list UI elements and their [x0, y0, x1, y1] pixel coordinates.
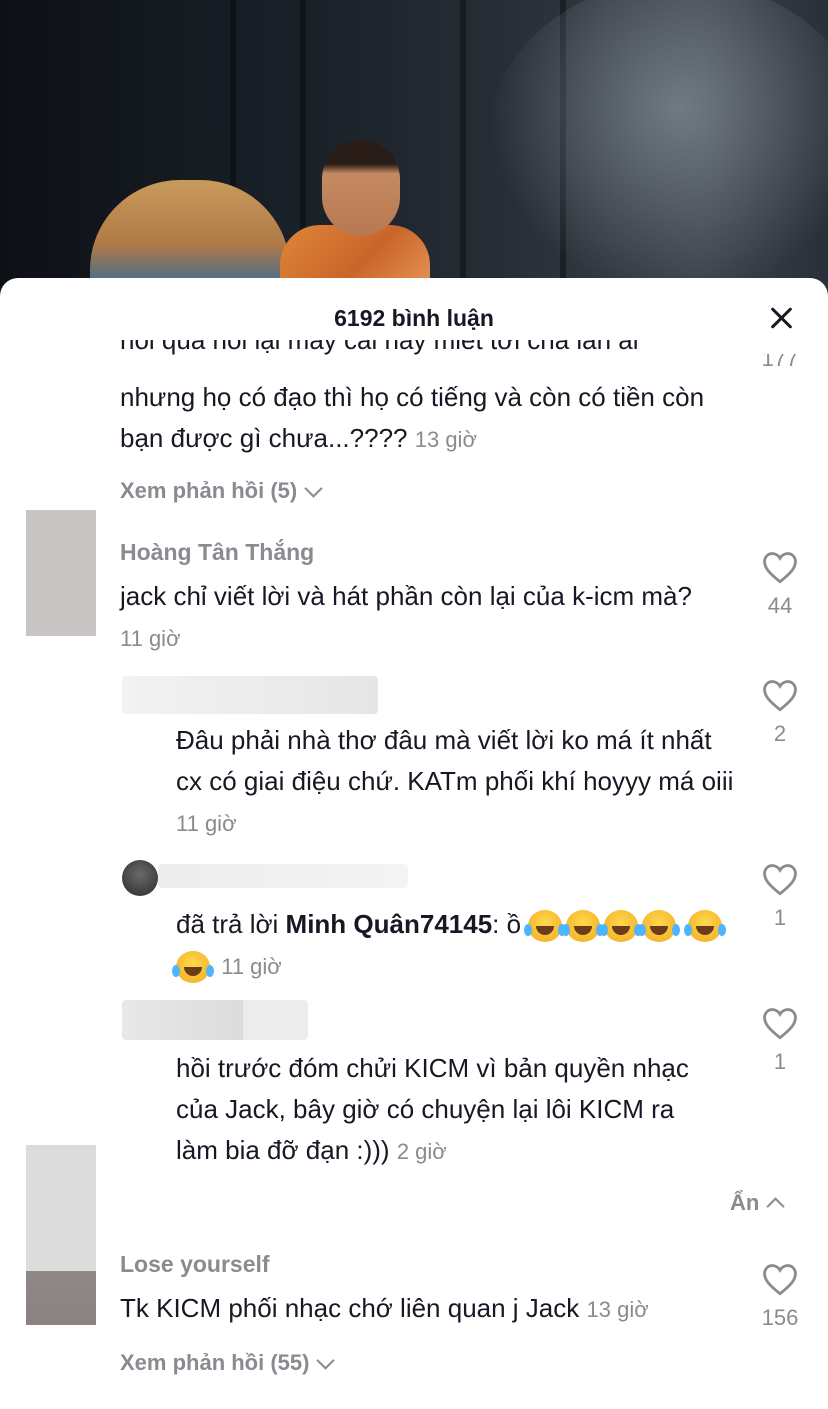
like-button[interactable]: 156: [750, 1262, 810, 1331]
view-replies-button[interactable]: Xem phản hồi (55): [120, 1350, 336, 1376]
face-with-tears-of-joy-icon: [562, 910, 601, 943]
comment-time: 11 giờ: [120, 626, 181, 651]
comment-text-cut: nói qua nói lại mấy cái này miết tới chả…: [120, 340, 639, 355]
like-count: 1: [773, 1049, 787, 1074]
comment-time: 13 giờ: [414, 427, 477, 452]
face-with-tears-of-joy-icon: [683, 910, 722, 943]
avatar[interactable]: [26, 1145, 96, 1325]
face-with-tears-of-joy-icon: [172, 951, 210, 984]
heart-outline-icon: [763, 680, 797, 712]
heart-outline-icon: [763, 864, 797, 896]
video-background: [0, 0, 828, 300]
like-count: 156: [761, 1305, 799, 1330]
chevron-up-icon: [766, 1196, 786, 1216]
heart-outline-icon: [763, 1008, 797, 1040]
comments-sheet: 6192 bình luận nói qua nói lại mấy cái n…: [0, 278, 828, 1409]
reply-text: Đâu phải nhà thơ đâu mà viết lời ko má í…: [176, 725, 734, 836]
chevron-down-icon: [316, 1350, 336, 1370]
like-count: 2: [773, 721, 787, 746]
comment-text: jack chỉ viết lời và hát phần còn lại củ…: [120, 581, 692, 651]
comment-username[interactable]: Hoàng Tân Thắng: [120, 539, 314, 566]
face-with-tears-of-joy-icon: [638, 910, 677, 943]
avatar[interactable]: [122, 676, 378, 714]
avatar[interactable]: [26, 510, 96, 636]
like-count: 1: [773, 905, 787, 930]
view-replies-button[interactable]: Xem phản hồi (5): [120, 478, 323, 504]
hide-replies-button[interactable]: Ẩn: [730, 1190, 786, 1216]
face-with-tears-of-joy-icon: [524, 910, 563, 943]
reply-to-user[interactable]: Minh Quân74145: [286, 909, 493, 939]
reply-time: 2 giờ: [396, 1139, 447, 1164]
reply-time: 11 giờ: [221, 954, 282, 979]
avatar[interactable]: [122, 860, 158, 896]
like-button[interactable]: 44: [750, 550, 810, 619]
like-button[interactable]: 1: [750, 862, 810, 931]
reply-time: 11 giờ: [176, 811, 237, 836]
comment-username[interactable]: Lose yourself: [120, 1251, 270, 1278]
like-count: 44: [767, 593, 793, 618]
heart-outline-icon: [763, 1264, 797, 1296]
comment-text: nhưng họ có đạo thì họ có tiếng và còn c…: [120, 382, 705, 453]
reply-username-blurred: [158, 864, 408, 888]
reply-text: hồi trước đóm chửi KICM vì bản quyền nhạ…: [176, 1053, 689, 1165]
like-button[interactable]: 1: [750, 1006, 810, 1075]
heart-outline-icon: [763, 552, 797, 584]
comment-text: Tk KICM phối nhạc chớ liên quan j Jack 1…: [120, 1293, 649, 1323]
comment-time: 13 giờ: [586, 1297, 649, 1322]
like-button[interactable]: 2: [750, 678, 810, 747]
face-with-tears-of-joy-icon: [600, 910, 639, 943]
chevron-down-icon: [304, 478, 323, 498]
avatar[interactable]: [122, 1000, 308, 1040]
like-count: 177: [761, 354, 799, 371]
close-icon[interactable]: [768, 304, 796, 332]
comments-count-title: 6192 bình luận: [334, 304, 494, 331]
reply-text: đã trả lời Minh Quân74145: ồ 11 giờ: [172, 904, 736, 987]
